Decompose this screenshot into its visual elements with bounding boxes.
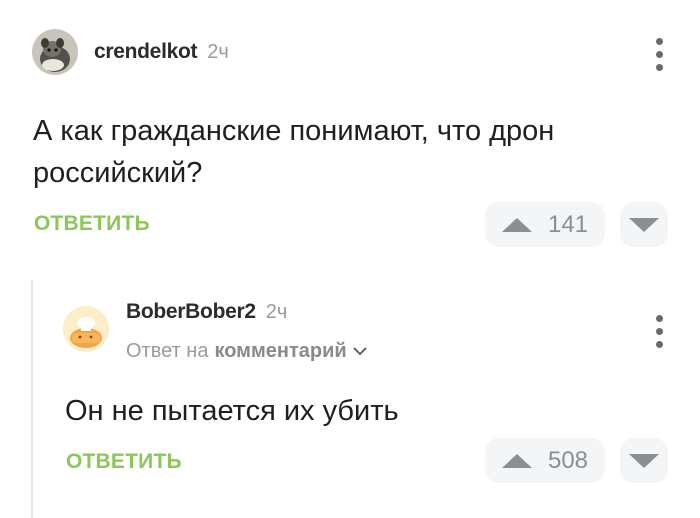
timestamp: 2ч [207,41,229,63]
chevron-down-icon[interactable] [353,347,367,356]
avatar[interactable] [32,29,78,75]
downvote-button[interactable] [620,438,668,483]
reply-to-target[interactable]: комментарий [214,340,346,363]
timestamp: 2ч [265,301,288,323]
upvote-triangle-icon [501,453,532,468]
reply-button[interactable]: ОТВЕТИТЬ [34,212,150,236]
upvote-button[interactable]: 508 [485,438,605,483]
more-vertical-icon[interactable] [649,315,669,348]
avatar[interactable] [63,306,109,352]
thread-line[interactable] [31,280,33,518]
reply-to-prefix: Ответ на [126,340,209,362]
reply-header: BoberBober2 2ч [126,300,287,324]
reply-button[interactable]: ОТВЕТИТЬ [66,450,182,474]
vote-count: 141 [547,210,589,238]
downvote-button[interactable] [620,202,668,247]
comment-header: crendelkot 2ч [94,40,229,64]
upvote-button[interactable]: 141 [485,202,605,247]
username[interactable]: BoberBober2 [126,300,256,324]
comment-text: А как гражданские понимают, что дрон рос… [33,115,555,189]
comment-text: Он не пытается их убить [65,395,399,427]
username[interactable]: crendelkot [94,40,198,64]
downvote-triangle-icon [629,453,659,468]
vote-count: 508 [547,446,589,474]
downvote-triangle-icon [629,217,659,232]
reply-to-link[interactable]: Ответ на комментарий [126,340,367,363]
upvote-triangle-icon [501,217,532,232]
more-vertical-icon[interactable] [649,38,669,71]
